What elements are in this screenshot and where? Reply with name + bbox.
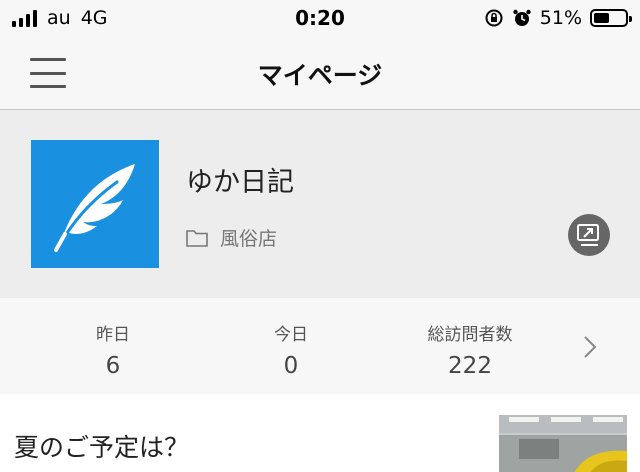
blog-category[interactable]: 風俗店 xyxy=(186,224,277,251)
thumbnail-image xyxy=(499,415,627,472)
battery-icon xyxy=(590,9,632,27)
share-icon xyxy=(577,224,599,246)
stat-yesterday: 昨日 6 xyxy=(33,320,193,379)
blog-avatar[interactable] xyxy=(31,140,159,268)
chevron-right-icon[interactable] xyxy=(580,334,600,360)
stat-value: 6 xyxy=(105,353,121,379)
stat-value: 222 xyxy=(448,353,492,379)
page-title: マイページ xyxy=(257,61,383,90)
category-label: 風俗店 xyxy=(220,228,278,250)
battery-fill xyxy=(594,13,610,23)
stat-today: 今日 0 xyxy=(211,320,371,379)
navigation-bar: マイページ xyxy=(0,36,640,110)
stat-label: 今日 xyxy=(274,325,308,345)
status-bar-right: 51% xyxy=(484,7,632,29)
stat-label: 昨日 xyxy=(96,325,130,345)
folder-icon xyxy=(186,229,208,247)
blog-title[interactable]: ゆか日記 xyxy=(186,160,294,199)
article-title[interactable]: 夏のご予定は？ xyxy=(14,428,189,464)
status-bar: au 4G 0:20 51% xyxy=(0,0,640,36)
feather-icon xyxy=(54,164,135,252)
blog-profile: ゆか日記 風俗店 xyxy=(0,110,640,298)
battery-percent: 51% xyxy=(539,7,582,29)
stat-total-visitors: 総訪問者数 222 xyxy=(390,320,550,379)
share-button[interactable] xyxy=(568,214,610,256)
stat-value: 0 xyxy=(283,353,299,379)
orientation-lock-icon xyxy=(485,9,503,27)
article-thumbnail[interactable] xyxy=(499,415,627,472)
visitor-stats[interactable]: 昨日 6 今日 0 総訪問者数 222 xyxy=(0,298,640,394)
article-list-item[interactable]: 夏のご予定は？ xyxy=(0,394,640,472)
alarm-icon xyxy=(513,9,531,26)
stat-label: 総訪問者数 xyxy=(427,325,513,345)
